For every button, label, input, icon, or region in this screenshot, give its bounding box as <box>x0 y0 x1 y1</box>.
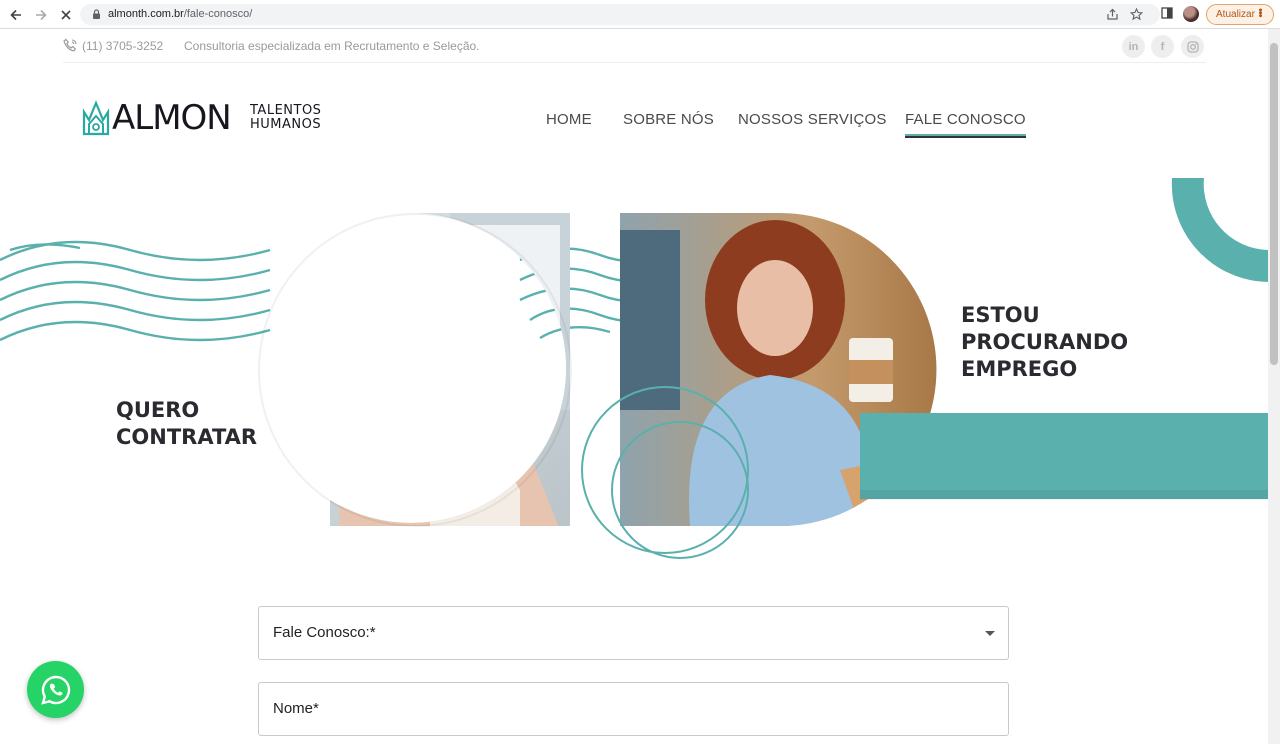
name-field-label: Nome* <box>273 700 319 717</box>
logo-sub-line1: TALENTOS <box>250 103 322 118</box>
hero-job-line2: PROCURANDO <box>961 330 1129 354</box>
update-button[interactable]: Atualizar ••• <box>1206 4 1274 25</box>
hero-hire-line2: CONTRATAR <box>116 425 258 449</box>
chevron-down-icon <box>985 631 995 636</box>
url-host: almonth.com.br <box>108 8 184 20</box>
browser-toolbar: almonth.com.br/fale-conosco/ Atualizar •… <box>0 0 1280 29</box>
whatsapp-button[interactable] <box>27 661 84 718</box>
address-bar[interactable]: almonth.com.br/fale-conosco/ <box>80 4 1160 25</box>
hero-title-hire[interactable]: QUERO CONTRATAR <box>116 397 257 451</box>
wave-lines-left <box>0 240 271 342</box>
subject-select-label: Fale Conosco:* <box>273 624 376 641</box>
tagline: Consultoria especializada em Recrutament… <box>184 39 480 53</box>
share-icon[interactable] <box>1106 8 1119 21</box>
forward-button[interactable] <box>30 4 52 26</box>
top-info-bar: (11) 3705-3252 Consultoria especializada… <box>63 30 1206 63</box>
lock-icon <box>93 9 100 19</box>
name-field[interactable]: Nome* <box>258 682 1009 736</box>
hero-banner: QUERO CONTRATAR ESTOU PROCURANDO EMPREGO <box>0 170 1268 560</box>
facebook-icon[interactable]: f <box>1151 35 1174 58</box>
phone-icon <box>63 38 77 52</box>
hero-job-line3: EMPREGO <box>961 357 1078 381</box>
more-menu-icon: ••• <box>1254 8 1266 17</box>
logo-sub-line2: HUMANOS <box>250 117 322 132</box>
side-panel-icon[interactable] <box>1161 7 1173 19</box>
close-icon <box>61 10 71 20</box>
back-button[interactable] <box>5 4 27 26</box>
url-path: /fale-conosco/ <box>183 8 253 20</box>
logo-wordmark: ALMON <box>112 98 232 138</box>
logo-subtitle: TALENTOS HUMANOS <box>250 104 321 132</box>
nav-services[interactable]: NOSSOS SERVIÇOS <box>738 111 887 128</box>
whatsapp-icon <box>40 675 70 705</box>
nav-home[interactable]: HOME <box>546 111 592 128</box>
scrollbar-thumb[interactable] <box>1270 43 1278 365</box>
teal-arc-corner <box>1171 178 1268 282</box>
star-icon[interactable] <box>1130 8 1143 21</box>
nav-contact[interactable]: FALE CONOSCO <box>905 111 1026 138</box>
instagram-icon[interactable] <box>1181 35 1204 58</box>
update-label: Atualizar <box>1216 9 1255 20</box>
forward-arrow-icon <box>36 9 47 21</box>
crown-logo-icon <box>82 100 110 136</box>
hero-title-job[interactable]: ESTOU PROCURANDO EMPREGO <box>961 302 1128 383</box>
url-text: almonth.com.br/fale-conosco/ <box>108 8 252 20</box>
profile-avatar[interactable] <box>1183 6 1199 22</box>
subject-select[interactable]: Fale Conosco:* <box>258 606 1009 660</box>
stop-loading-button[interactable] <box>55 4 77 26</box>
phone-number[interactable]: (11) 3705-3252 <box>82 39 163 53</box>
page-scrollbar[interactable] <box>1268 29 1280 744</box>
back-arrow-icon <box>10 9 21 21</box>
nav-about[interactable]: SOBRE NÓS <box>623 111 714 128</box>
hero-hire-line1: QUERO <box>116 398 200 422</box>
photo-recruiter <box>330 213 570 526</box>
hero-job-line1: ESTOU <box>961 303 1040 327</box>
linkedin-icon[interactable]: in <box>1122 35 1145 58</box>
teal-band <box>860 413 1268 499</box>
